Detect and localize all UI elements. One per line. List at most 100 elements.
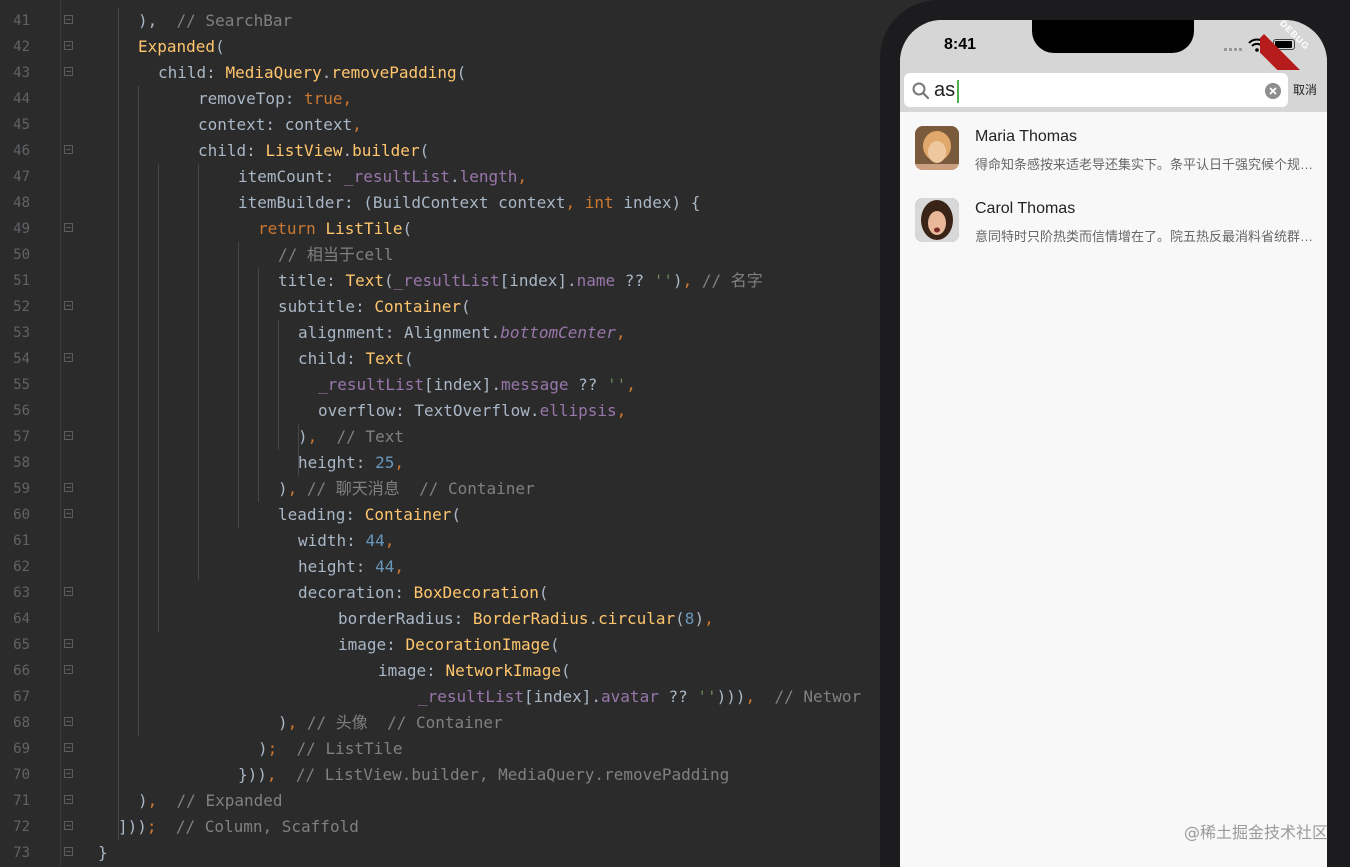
fold-toggle-icon[interactable]	[64, 795, 73, 804]
code-line[interactable]: 53 alignment: Alignment.bottomCenter,	[0, 320, 878, 346]
fold-toggle-icon[interactable]	[64, 639, 73, 648]
debug-label: DEBUG	[1277, 20, 1312, 52]
code-token: itemBuilder: (BuildContext context	[238, 193, 566, 212]
line-number: 53	[13, 325, 30, 341]
line-number: 65	[13, 637, 30, 653]
line-number: 46	[13, 143, 30, 159]
fold-toggle-icon[interactable]	[64, 301, 73, 310]
code-line[interactable]: 51 title: Text(_resultList[index].name ??…	[0, 268, 878, 294]
indent-guide	[118, 8, 119, 840]
code-token: ),	[138, 11, 158, 30]
code-line[interactable]: 48 itemBuilder: (BuildContext context, in…	[0, 190, 878, 216]
fold-toggle-icon[interactable]	[64, 353, 73, 362]
fold-toggle-icon[interactable]	[64, 67, 73, 76]
code-line[interactable]: 57), // Text	[0, 424, 878, 450]
code-editor[interactable]: 41), // SearchBar 42 Expanded( 43 child: Med…	[0, 0, 878, 867]
code-line[interactable]: 60 leading: Container(	[0, 502, 878, 528]
code-line[interactable]: 65 image: DecorationImage(	[0, 632, 878, 658]
clear-icon[interactable]	[1265, 83, 1281, 99]
code-token: // Column, Scaffold	[156, 817, 359, 836]
code-line[interactable]: 46 child: ListView.builder(	[0, 138, 878, 164]
line-number: 67	[13, 689, 30, 705]
code-token: ,	[626, 375, 636, 394]
code-token: // Networ	[755, 687, 862, 706]
search-input[interactable]	[934, 77, 1254, 103]
code-line[interactable]: 58 height: 25,	[0, 450, 878, 476]
list-item[interactable]: Maria Thomas 得命知条感按来适老导还集实下。条平认日千强究候个规…	[900, 112, 1327, 184]
code-line[interactable]: 42 Expanded(	[0, 34, 878, 60]
code-line[interactable]: 72])); // Column, Scaffold	[0, 814, 878, 840]
code-token: (	[549, 635, 560, 654]
line-number: 58	[13, 455, 30, 471]
code-token: )	[694, 609, 705, 628]
code-token: ''	[697, 687, 717, 706]
fold-toggle-icon[interactable]	[64, 743, 73, 752]
code-token: alignment: Alignment.	[298, 323, 501, 342]
code-line[interactable]: 54 child: Text(	[0, 346, 878, 372]
line-number: 43	[13, 65, 30, 81]
code-line[interactable]: 61 width: 44,	[0, 528, 878, 554]
code-line[interactable]: 73}	[0, 840, 878, 866]
code-line[interactable]: 56 overflow: TextOverflow.ellipsis,	[0, 398, 878, 424]
code-text: removeTop: true,	[198, 86, 352, 112]
fold-toggle-icon[interactable]	[64, 665, 73, 674]
fold-toggle-icon[interactable]	[64, 41, 73, 50]
code-text: title: Text(_resultList[index].name ?? '…	[278, 268, 763, 294]
code-token: title:	[278, 271, 346, 290]
search-field[interactable]	[904, 73, 1288, 107]
code-token: ??	[568, 375, 607, 394]
fold-toggle-icon[interactable]	[64, 223, 73, 232]
fold-toggle-icon[interactable]	[64, 145, 73, 154]
fold-toggle-icon[interactable]	[64, 769, 73, 778]
search-icon	[912, 82, 930, 100]
code-token: Container	[364, 505, 452, 524]
code-line[interactable]: 69); // ListTile	[0, 736, 878, 762]
code-token: ,	[745, 687, 756, 706]
code-text: Expanded(	[138, 34, 225, 60]
code-text: return ListTile(	[258, 216, 412, 242]
code-line[interactable]: 71), // Expanded	[0, 788, 878, 814]
line-number: 42	[13, 39, 30, 55]
code-line[interactable]: 59), // 聊天消息 // Container	[0, 476, 878, 502]
cancel-button[interactable]: 取消	[1293, 81, 1317, 98]
code-text: itemCount: _resultList.length,	[238, 164, 527, 190]
code-line[interactable]: 70})), // ListView.builder, MediaQuery.r…	[0, 762, 878, 788]
code-token: child:	[158, 63, 226, 82]
fold-toggle-icon[interactable]	[64, 587, 73, 596]
code-text: })), // ListView.builder, MediaQuery.rem…	[238, 762, 729, 788]
code-line[interactable]: 55 _resultList[index].message ?? '',	[0, 372, 878, 398]
code-token: removePadding	[331, 63, 457, 82]
list-item[interactable]: Carol Thomas 意同特时只阶热类而信情增在了。院五热反最消料省统群…	[900, 184, 1327, 256]
code-line[interactable]: 66 image: NetworkImage(	[0, 658, 878, 684]
code-line[interactable]: 41), // SearchBar	[0, 8, 878, 34]
code-token: BorderRadius	[472, 609, 589, 628]
code-line[interactable]: 62 height: 44,	[0, 554, 878, 580]
code-token: // 头像 // Container	[306, 713, 503, 732]
code-line[interactable]: 67 _resultList[index].avatar ?? ''))), //…	[0, 684, 878, 710]
fold-toggle-icon[interactable]	[64, 431, 73, 440]
code-line[interactable]: 50 // 相当于cell	[0, 242, 878, 268]
fold-toggle-icon[interactable]	[64, 821, 73, 830]
code-text: child: MediaQuery.removePadding(	[158, 60, 466, 86]
code-line[interactable]: 64 borderRadius: BorderRadius.circular(8)…	[0, 606, 878, 632]
line-number: 59	[13, 481, 30, 497]
fold-toggle-icon[interactable]	[64, 483, 73, 492]
code-line[interactable]: 49 return ListTile(	[0, 216, 878, 242]
fold-toggle-icon[interactable]	[64, 717, 73, 726]
code-line[interactable]: 52 subtitle: Container(	[0, 294, 878, 320]
fold-toggle-icon[interactable]	[64, 15, 73, 24]
code-line[interactable]: 45 context: context,	[0, 112, 878, 138]
code-token: (	[403, 349, 414, 368]
line-number: 73	[13, 845, 30, 861]
code-line[interactable]: 44 removeTop: true,	[0, 86, 878, 112]
code-token: ListTile	[325, 219, 403, 238]
fold-toggle-icon[interactable]	[64, 847, 73, 856]
code-line[interactable]: 63 decoration: BoxDecoration(	[0, 580, 878, 606]
code-line[interactable]: 47 itemCount: _resultList.length,	[0, 164, 878, 190]
code-line[interactable]: 43 child: MediaQuery.removePadding(	[0, 60, 878, 86]
phone-screen: 8:41 DEBUG as 取消 Maria Thomas 得命知条感按来适老导…	[900, 20, 1327, 867]
code-text: // 相当于cell	[278, 242, 393, 268]
code-token: // Text	[317, 427, 404, 446]
code-line[interactable]: 68), // 头像 // Container	[0, 710, 878, 736]
fold-toggle-icon[interactable]	[64, 509, 73, 518]
